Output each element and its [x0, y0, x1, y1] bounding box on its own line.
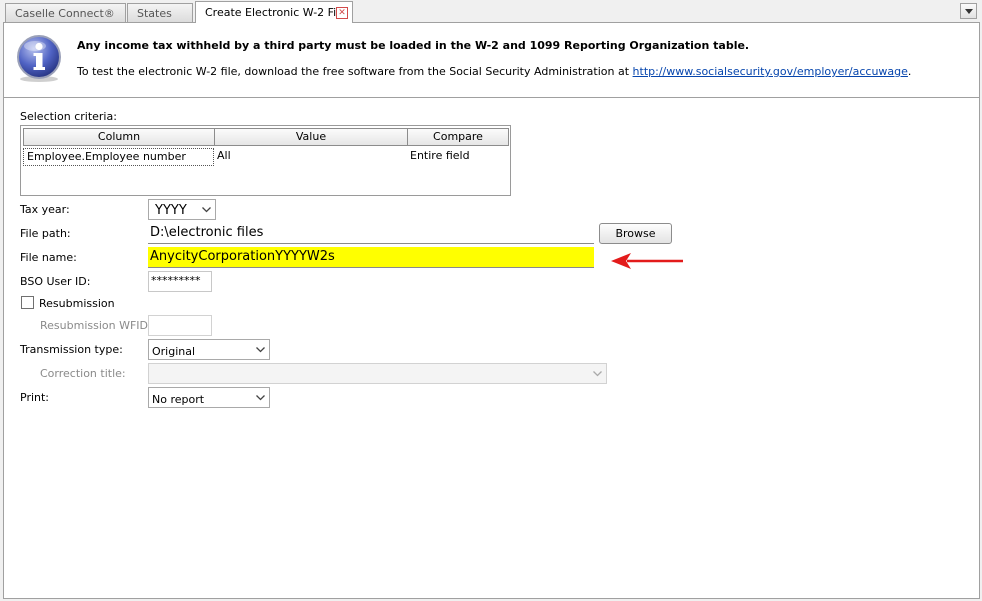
column-header-value[interactable]: Value	[215, 128, 408, 146]
chevron-down-icon	[256, 395, 265, 401]
file-name-value: AnycityCorporationYYYYW2s	[150, 249, 335, 264]
column-header-compare[interactable]: Compare	[408, 128, 509, 146]
transmission-type-value: Original	[152, 345, 196, 358]
grid-header: Column Value Compare	[23, 128, 509, 146]
selection-criteria-label: Selection criteria:	[20, 110, 117, 123]
close-icon[interactable]: ✕	[336, 7, 348, 19]
tab-states[interactable]: States	[127, 3, 193, 22]
tab-list-dropdown-button[interactable]	[960, 3, 977, 19]
resubmission-wfid-label: Resubmission WFID:	[40, 319, 152, 332]
accuwage-link[interactable]: http://www.socialsecurity.gov/employer/a…	[633, 65, 908, 78]
banner-note-text: To test the electronic W-2 file, downloa…	[77, 65, 633, 78]
resubmission-label: Resubmission	[39, 297, 115, 310]
info-banner: Any income tax withheld by a third party…	[4, 23, 979, 98]
file-path-label: File path:	[20, 227, 71, 240]
print-label: Print:	[20, 391, 50, 404]
selection-criteria-grid[interactable]: Column Value Compare Employee.Employee n…	[20, 125, 511, 196]
tab-label: Create Electronic W-2 File	[205, 6, 347, 19]
tab-caselle-connect[interactable]: Caselle Connect®	[5, 3, 126, 22]
print-select[interactable]: No report	[148, 387, 270, 408]
tab-bar: Caselle Connect® States Create Electroni…	[0, 0, 982, 23]
file-name-input[interactable]: AnycityCorporationYYYYW2s	[148, 247, 594, 268]
annotation-arrow-icon	[611, 253, 683, 269]
tab-create-electronic-w2-file[interactable]: Create Electronic W-2 File ✕	[195, 1, 353, 23]
transmission-type-select[interactable]: Original	[148, 339, 270, 360]
banner-title: Any income tax withheld by a third party…	[77, 39, 750, 52]
chevron-down-icon	[256, 347, 265, 353]
banner-note: To test the electronic W-2 file, downloa…	[77, 65, 911, 78]
info-icon	[17, 35, 61, 82]
correction-title-label: Correction title:	[40, 367, 126, 380]
banner-note-suffix: .	[907, 65, 912, 78]
tab-label: Caselle Connect®	[15, 7, 115, 20]
file-path-value: D:\electronic files	[150, 225, 264, 240]
cell-compare[interactable]: Entire field	[407, 148, 508, 166]
bso-user-id-input[interactable]: *********	[148, 271, 212, 292]
print-value: No report	[152, 393, 205, 406]
tab-label: States	[137, 7, 172, 20]
resubmission-wfid-input[interactable]	[148, 315, 212, 336]
tax-year-value: YYYY	[155, 203, 187, 218]
transmission-type-label: Transmission type:	[20, 343, 123, 356]
browse-button[interactable]: Browse	[599, 223, 672, 244]
tax-year-label: Tax year:	[20, 203, 70, 216]
file-name-label: File name:	[20, 251, 77, 264]
chevron-down-icon	[202, 207, 211, 213]
correction-title-select[interactable]	[148, 363, 607, 384]
tax-year-select[interactable]: YYYY	[148, 199, 216, 220]
column-header-column[interactable]: Column	[23, 128, 215, 146]
table-row[interactable]: Employee.Employee number All Entire fiel…	[23, 148, 508, 166]
cell-column[interactable]: Employee.Employee number	[23, 148, 214, 166]
cell-value[interactable]: All	[214, 148, 407, 166]
file-path-input[interactable]: D:\electronic files	[148, 223, 594, 244]
resubmission-checkbox[interactable]	[21, 296, 34, 309]
chevron-down-icon	[965, 9, 973, 14]
main-panel: Any income tax withheld by a third party…	[3, 22, 980, 599]
bso-user-id-value: *********	[151, 274, 201, 287]
bso-user-id-label: BSO User ID:	[20, 275, 91, 288]
chevron-down-icon	[593, 371, 602, 377]
